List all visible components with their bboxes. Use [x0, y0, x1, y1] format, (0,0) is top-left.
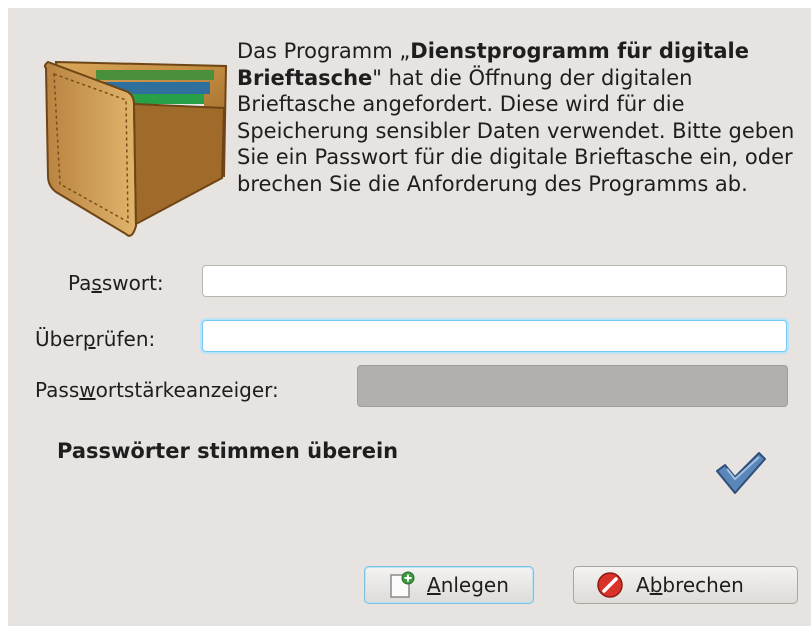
cancel-button[interactable]: Abbrechen — [573, 566, 798, 604]
message-prefix: Das Programm „ — [237, 39, 411, 63]
create-button-label: Anlegen — [427, 573, 509, 597]
strength-label-part: ortstärkeanzeiger: — [95, 378, 279, 402]
cancel-accelerator: b — [649, 573, 663, 597]
checkmark-icon — [716, 452, 766, 494]
cancel-icon — [597, 572, 623, 598]
cancel-label-part: brechen — [662, 573, 744, 597]
verify-label-part: Über — [35, 327, 83, 351]
verify-label: Überprüfen: — [35, 327, 155, 351]
wallet-icon — [43, 60, 228, 237]
cancel-button-label: Abbrechen — [636, 573, 744, 597]
cancel-label-part: A — [636, 573, 650, 597]
password-label: Passwort: — [68, 271, 164, 295]
password-strength-meter — [357, 365, 788, 407]
dialog-message: Das Programm „Dienstprogramm für digital… — [237, 38, 807, 197]
create-accelerator: A — [427, 573, 441, 597]
strength-label: Passwortstärkeanzeiger: — [35, 378, 279, 402]
strength-label-accelerator: w — [79, 378, 96, 402]
verify-label-accelerator: p — [82, 327, 96, 351]
verify-password-input[interactable] — [202, 320, 787, 352]
password-label-part: Pa — [68, 271, 92, 295]
password-label-part: swort: — [101, 271, 164, 295]
verify-label-part: rüfen: — [95, 327, 156, 351]
password-input[interactable] — [202, 265, 787, 297]
create-button[interactable]: Anlegen — [364, 566, 534, 604]
new-document-icon — [390, 571, 415, 598]
strength-label-part: Pass — [35, 378, 80, 402]
wallet-dialog: Das Programm „Dienstprogramm für digital… — [8, 8, 811, 626]
passwords-match-status: Passwörter stimmen überein — [57, 439, 399, 463]
password-label-accelerator: s — [91, 271, 102, 295]
create-label-rest: nlegen — [440, 573, 509, 597]
